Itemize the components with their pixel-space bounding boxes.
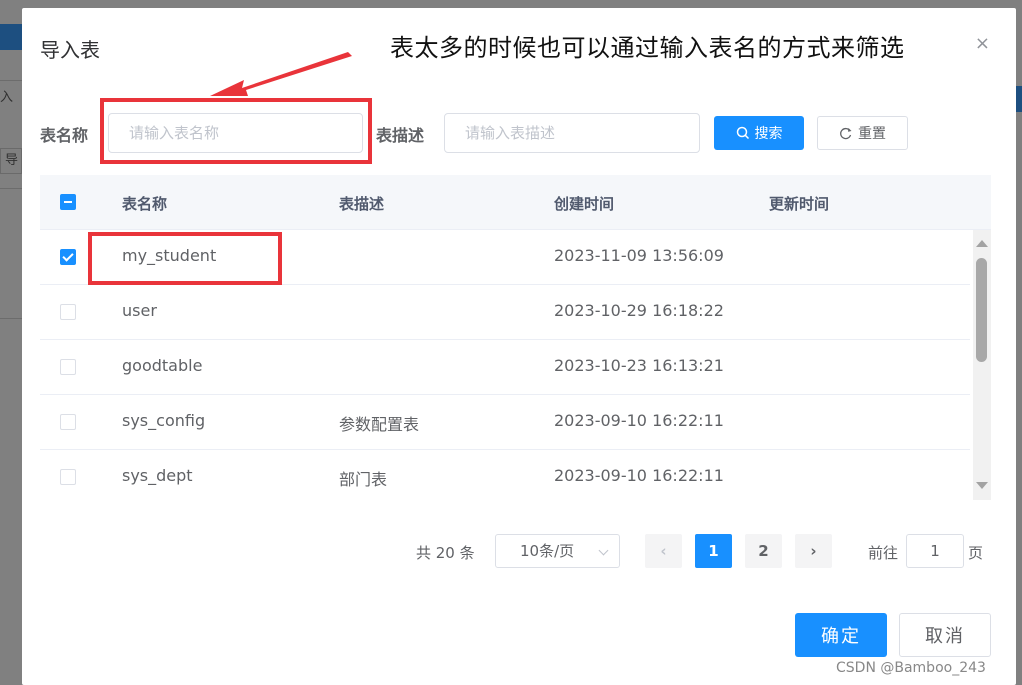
close-icon[interactable]: × <box>975 33 990 54</box>
row-checkbox[interactable] <box>60 249 76 265</box>
table-name-cell: goodtable <box>122 356 203 375</box>
page-size-value: 10条/页 <box>520 542 575 560</box>
column-header: 表描述 <box>339 195 385 213</box>
background-divider <box>0 318 22 319</box>
created-time-cell: 2023-09-10 16:22:11 <box>554 466 724 485</box>
table: 表名称 表描述 创建时间 更新时间 my_student 2023-11-09 … <box>40 175 991 499</box>
created-time-cell: 2023-10-23 16:13:21 <box>554 356 724 375</box>
goto-page-input[interactable]: 1 <box>906 534 964 568</box>
row-checkbox[interactable] <box>60 359 76 375</box>
background-tab <box>0 24 24 50</box>
reset-button[interactable]: 重置 <box>817 116 908 150</box>
column-header: 创建时间 <box>554 195 615 213</box>
table-desc-input[interactable] <box>444 113 700 153</box>
dialog-title: 导入表 <box>40 38 100 62</box>
background-box: 导 <box>0 148 22 174</box>
table-name-cell: sys_config <box>122 411 206 430</box>
annotation-text: 表太多的时候也可以通过输入表名的方式来筛选 <box>390 34 905 62</box>
select-all-checkbox[interactable] <box>60 194 76 210</box>
column-header: 更新时间 <box>769 195 830 213</box>
table-row[interactable]: my_student 2023-11-09 13:56:09 <box>40 230 970 285</box>
table-desc-cell: 部门表 <box>339 470 388 489</box>
scrollbar-thumb[interactable] <box>976 258 987 362</box>
page-suffix: 页 <box>968 544 984 562</box>
page-button-1[interactable]: 1 <box>695 534 732 568</box>
refresh-icon <box>840 127 852 140</box>
created-time-cell: 2023-11-09 13:56:09 <box>554 246 724 265</box>
next-page-button[interactable]: › <box>795 534 832 568</box>
table-header: 表名称 表描述 创建时间 更新时间 <box>40 175 991 230</box>
table-desc-label: 表描述 <box>376 126 425 145</box>
table-desc-cell: 参数配置表 <box>339 415 420 434</box>
watermark: CSDN @Bamboo_243 <box>836 660 986 676</box>
annotation-arrow <box>210 52 352 96</box>
confirm-button[interactable]: 确定 <box>795 613 887 657</box>
goto-label: 前往 <box>868 544 899 562</box>
table-row[interactable]: user 2023-10-29 16:18:22 <box>40 285 970 340</box>
table-row[interactable]: goodtable 2023-10-23 16:13:21 <box>40 340 970 395</box>
table-name-input[interactable] <box>108 113 363 153</box>
search-icon <box>736 126 749 140</box>
created-time-cell: 2023-10-29 16:18:22 <box>554 301 724 320</box>
scroll-up-arrow[interactable] <box>976 240 988 247</box>
table-name-label: 表名称 <box>40 126 89 145</box>
reset-button-label: 重置 <box>858 126 886 142</box>
table-row[interactable]: sys_dept 部门表 2023-09-10 16:22:11 <box>40 450 970 499</box>
search-button-label: 搜索 <box>754 126 783 142</box>
background-divider <box>0 188 22 189</box>
background-divider <box>0 80 22 81</box>
page-button-2[interactable]: 2 <box>745 534 782 568</box>
import-table-dialog: 导入表 表太多的时候也可以通过输入表名的方式来筛选 × 表名称 表描述 搜索 重… <box>22 8 1016 685</box>
scroll-down-arrow[interactable] <box>976 482 988 489</box>
search-button[interactable]: 搜索 <box>714 116 804 150</box>
table-name-cell: user <box>122 301 157 320</box>
row-checkbox[interactable] <box>60 414 76 430</box>
created-time-cell: 2023-09-10 16:22:11 <box>554 411 724 430</box>
background-text: 入 <box>0 90 14 105</box>
page-size-select[interactable]: 10条/页 <box>495 534 620 568</box>
chevron-down-icon <box>598 545 609 556</box>
table-name-cell: my_student <box>122 246 217 265</box>
row-checkbox[interactable] <box>60 304 76 320</box>
column-header: 表名称 <box>122 195 168 213</box>
table-name-cell: sys_dept <box>122 466 193 485</box>
row-checkbox[interactable] <box>60 469 76 485</box>
table-row[interactable]: sys_config 参数配置表 2023-09-10 16:22:11 <box>40 395 970 450</box>
cancel-button[interactable]: 取消 <box>899 613 991 657</box>
prev-page-button[interactable]: ‹ <box>645 534 682 568</box>
pagination-total: 共 20 条 <box>416 544 475 562</box>
